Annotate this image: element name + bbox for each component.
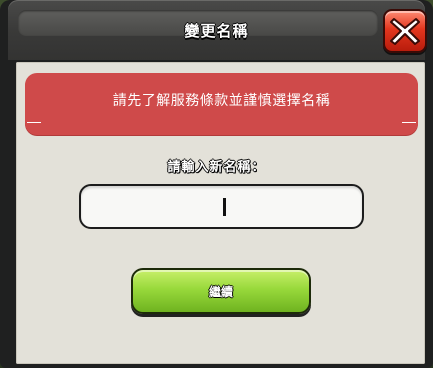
continue-button[interactable]: 繼續	[131, 268, 311, 314]
dialog-title: 變更名稱	[184, 22, 249, 40]
new-name-prompt: 請輸入新名稱：	[167, 160, 266, 175]
close-x-icon	[390, 18, 420, 45]
text-caret	[223, 198, 226, 216]
close-button[interactable]	[383, 9, 427, 53]
terms-notice-text: 請先了解服務條款並謹慎選擇名稱	[112, 93, 331, 109]
notice-divider-left	[27, 122, 41, 123]
terms-notice-banner: 請先了解服務條款並謹慎選擇名稱	[25, 73, 418, 135]
rename-dialog: 變更名稱 請先了解服務條款並謹慎選擇名稱 請輸入新名稱： 繼續	[0, 0, 433, 368]
continue-button-label: 繼續	[208, 285, 233, 299]
notice-divider-right	[402, 122, 416, 123]
new-name-input[interactable]	[79, 184, 364, 229]
